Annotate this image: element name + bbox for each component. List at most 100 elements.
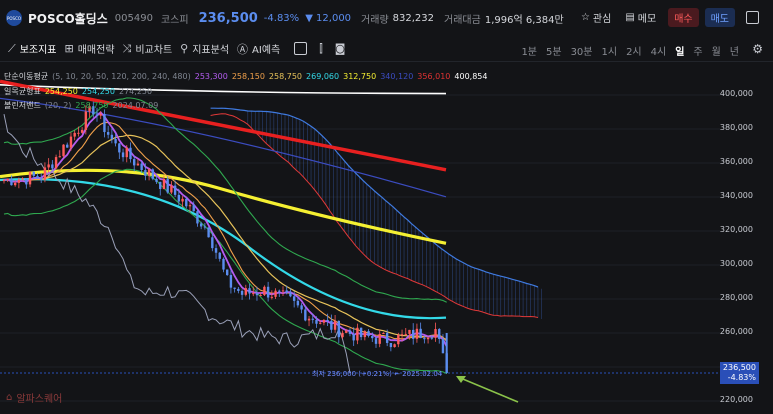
stock-name[interactable]: POSCO홀딩스 — [28, 10, 108, 27]
candle-body — [430, 337, 433, 339]
candle-body — [337, 320, 340, 338]
ma20-line — [3, 134, 447, 341]
candle-body — [80, 129, 84, 133]
candle-body — [426, 337, 430, 340]
ichimoku-value-1: 254,250 — [44, 87, 78, 96]
axis-tick: 300,000 — [719, 259, 753, 268]
candle-body — [66, 144, 69, 148]
period-8[interactable]: 월 — [712, 43, 721, 58]
candle-body — [181, 198, 184, 202]
price-tag-value: 236,500 — [722, 363, 756, 372]
candle-type-button[interactable]: ⫿ — [319, 42, 323, 56]
gear-icon[interactable]: ⚙ — [752, 42, 763, 56]
candle-body — [434, 329, 437, 338]
amount-label: 거래대금 — [444, 14, 481, 26]
candle-body — [136, 163, 140, 166]
ma-value-10: 258,150 — [231, 72, 265, 81]
indicators-button[interactable]: ⟋ 보조지표 — [8, 41, 57, 57]
candle-body — [348, 330, 352, 334]
axis-tick: 380,000 — [719, 123, 753, 132]
screenshot-button[interactable]: ◙ — [335, 42, 346, 55]
ichimoku-legend[interactable]: 일목균형표 254,250 254,250 274,250 — [4, 86, 156, 97]
bollinger-date: 2024.07.09 — [112, 101, 159, 110]
candle-body — [229, 275, 233, 288]
period-0[interactable]: 1분 — [521, 43, 537, 58]
low-price-annotation: 최저 236,000 (+0.21%) ← 2025.02.04 — [312, 370, 443, 378]
period-1[interactable]: 5분 — [546, 43, 562, 58]
ma-legend[interactable]: 단순이동평균 (5, 10, 20, 50, 120, 200, 240, 480… — [4, 71, 491, 82]
period-2[interactable]: 30분 — [571, 43, 593, 58]
price-chart[interactable] — [0, 62, 773, 414]
candle-body — [270, 296, 274, 298]
candle-body — [144, 170, 147, 176]
period-7[interactable]: 주 — [693, 43, 702, 58]
period-5[interactable]: 4시 — [651, 43, 667, 58]
period-3[interactable]: 1시 — [602, 43, 618, 58]
ma50-line — [0, 178, 447, 320]
candle-body — [423, 338, 426, 340]
candle-body — [300, 305, 303, 310]
ai-predict-button[interactable]: Ⓐ AI예측 — [237, 41, 280, 57]
candle-body — [385, 332, 389, 343]
watch-button[interactable]: ☆ 관심 — [581, 10, 611, 25]
candle-body — [341, 332, 344, 338]
candle-body — [374, 338, 378, 344]
candle-body — [438, 329, 441, 339]
company-logo: POSCO — [6, 10, 22, 26]
ichimoku-value-2: 254,250 — [81, 87, 115, 96]
candle-body — [441, 338, 445, 354]
candle-body — [226, 269, 229, 276]
candle-body — [415, 328, 419, 339]
watch-label: 관심 — [592, 14, 612, 25]
candle-body — [58, 156, 61, 158]
strategy-button[interactable]: ⊞ 매매전략 — [65, 41, 115, 56]
ichimoku-value-3: 274,250 — [119, 87, 153, 96]
memo-button[interactable]: ▤ 메모 — [625, 10, 656, 25]
alphasquare-logo-icon: ⌂ — [6, 392, 13, 403]
candle-body — [367, 331, 370, 336]
candle-body — [214, 248, 218, 253]
bollinger-legend[interactable]: 볼린저밴드 (20, 2) 258,750 2024.07.09 — [4, 100, 162, 111]
candle-body — [177, 194, 181, 202]
buy-button[interactable]: 매수 — [668, 8, 699, 27]
pattern-label: 지표분석 — [192, 45, 230, 56]
candle-body — [304, 309, 307, 321]
amount-value: 1,996억 6,384만 — [484, 14, 564, 26]
panel-toggle-icon[interactable] — [746, 11, 759, 24]
candle-body — [404, 333, 407, 335]
period-6[interactable]: 일 — [675, 43, 684, 58]
candle-body — [244, 288, 247, 295]
period-4[interactable]: 2시 — [626, 43, 642, 58]
candle-body — [289, 292, 292, 297]
candle-body — [263, 286, 266, 296]
candle-body — [77, 132, 80, 134]
candle-body — [162, 179, 166, 189]
candle-body — [319, 322, 322, 324]
compare-button[interactable]: ⤨ 비교차트 — [123, 41, 173, 57]
candle-body — [322, 319, 326, 323]
candle-body — [21, 178, 24, 180]
ma-value-120: 312,750 — [343, 72, 377, 81]
candle-body — [218, 252, 221, 259]
candle-body — [393, 344, 396, 348]
sell-button[interactable]: 매도 — [704, 8, 735, 27]
bollinger-legend-params: (20, 2) — [44, 101, 72, 110]
select-tool[interactable] — [294, 42, 308, 55]
candle-body — [43, 167, 47, 180]
camera-icon: ◙ — [334, 42, 346, 55]
market-label: 코스피 — [160, 14, 189, 26]
current-price: 236,500 — [198, 10, 258, 26]
candle-body — [6, 178, 9, 181]
period-9[interactable]: 년 — [730, 43, 739, 58]
candle-body — [333, 320, 337, 330]
candle-body — [28, 171, 32, 185]
candle-body — [326, 319, 329, 321]
candle-body — [17, 179, 21, 183]
candle-body — [188, 205, 192, 207]
pattern-button[interactable]: ⚲ 지표분석 — [180, 41, 229, 56]
ma-value-480: 400,854 — [454, 72, 488, 81]
ma-value-50: 269,060 — [306, 72, 340, 81]
ichimoku-cloud — [210, 107, 542, 320]
candle-body — [281, 290, 285, 292]
candle-body — [292, 296, 296, 301]
